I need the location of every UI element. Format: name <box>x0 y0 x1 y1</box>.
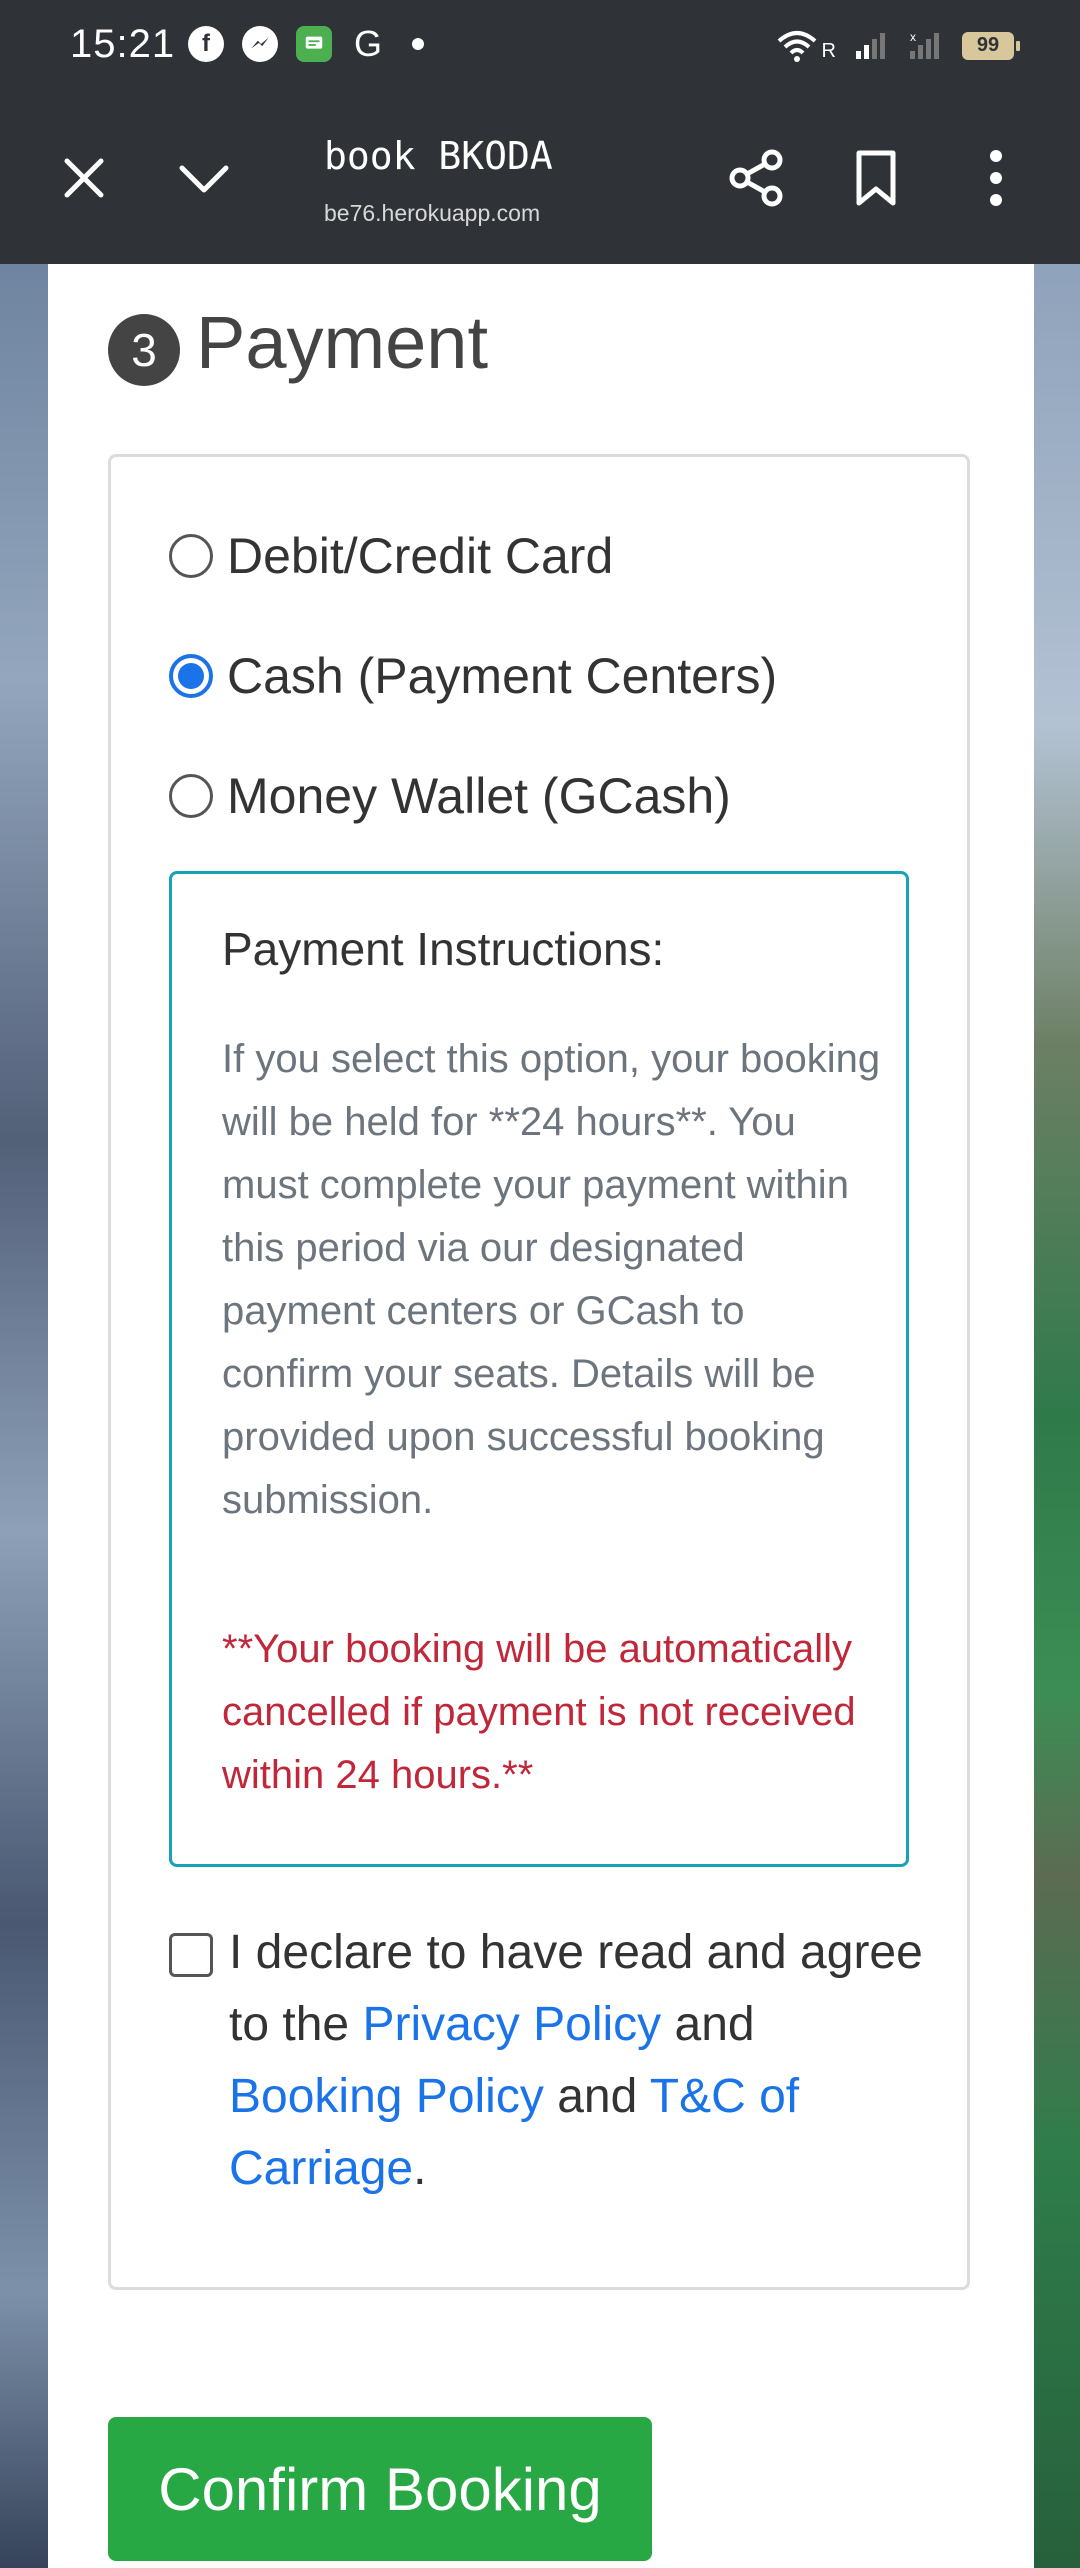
notification-icons: f G <box>188 23 424 64</box>
chevron-down-icon[interactable] <box>164 138 244 218</box>
status-time: 15:21 <box>70 22 176 66</box>
svg-text:x: x <box>910 31 916 44</box>
more-icon[interactable] <box>956 138 1036 218</box>
background-image-right <box>1034 264 1080 2568</box>
radio-cash[interactable] <box>169 654 213 698</box>
agreement-text: I declare to have read and agree to the … <box>229 1917 929 2205</box>
background-image-left <box>0 264 48 2568</box>
agree-checkbox[interactable] <box>169 1933 213 1977</box>
payment-option-gcash[interactable]: Money Wallet (GCash) <box>169 767 731 825</box>
messenger-icon <box>242 26 278 62</box>
payment-option-cash[interactable]: Cash (Payment Centers) <box>169 647 777 705</box>
instructions-warning: **Your booking will be automatically can… <box>222 1627 856 1797</box>
agreement-text-2: and <box>674 1998 755 2051</box>
booking-policy-link[interactable]: Booking Policy <box>229 2070 544 2123</box>
google-icon: G <box>353 23 382 64</box>
page-title: book BKODA <box>324 134 553 178</box>
share-icon[interactable] <box>716 138 796 218</box>
payment-option-label[interactable]: Cash (Payment Centers) <box>227 647 777 705</box>
instructions-title: Payment Instructions: <box>222 923 665 975</box>
radio-card[interactable] <box>169 534 213 578</box>
network-label: R <box>821 40 836 62</box>
page-url[interactable]: be76.herokuapp.com <box>324 200 554 227</box>
confirm-booking-button[interactable]: Confirm Booking <box>108 2417 652 2561</box>
payment-option-label[interactable]: Money Wallet (GCash) <box>227 767 731 825</box>
signal-icon <box>856 32 885 59</box>
battery-icon: 99 <box>962 31 1020 60</box>
browser-toolbar: book BKODA be76.herokuapp.com <box>0 96 1080 264</box>
more-notifications-dot <box>412 38 424 50</box>
bookmark-icon[interactable] <box>836 138 916 218</box>
agreement-text-4: . <box>413 2142 427 2195</box>
payment-option-card[interactable]: Debit/Credit Card <box>169 527 613 585</box>
facebook-icon: f <box>188 26 224 62</box>
privacy-policy-link[interactable]: Privacy Policy <box>362 1998 661 2051</box>
agreement-text-3: and <box>557 2070 638 2123</box>
booking-card: 3 Payment Debit/Credit Card Cash (Paymen… <box>48 264 1034 2568</box>
wifi-icon <box>777 30 816 62</box>
status-bar: 15:21 f G R x 99 <box>0 0 1080 96</box>
instructions-body: If you select this option, your booking … <box>222 1037 881 1522</box>
step-number-badge: 3 <box>108 314 180 386</box>
payment-option-label[interactable]: Debit/Credit Card <box>227 527 613 585</box>
radio-gcash[interactable] <box>169 774 213 818</box>
payment-instructions-box: Payment Instructions: If you select this… <box>169 871 909 1867</box>
signal-2-icon: x <box>910 31 939 59</box>
status-right: R x 99 <box>776 28 1020 63</box>
messages-icon <box>296 26 332 62</box>
payment-options-box: Debit/Credit Card Cash (Payment Centers)… <box>108 454 970 2290</box>
close-icon[interactable] <box>44 138 124 218</box>
section-title: Payment <box>196 301 489 384</box>
